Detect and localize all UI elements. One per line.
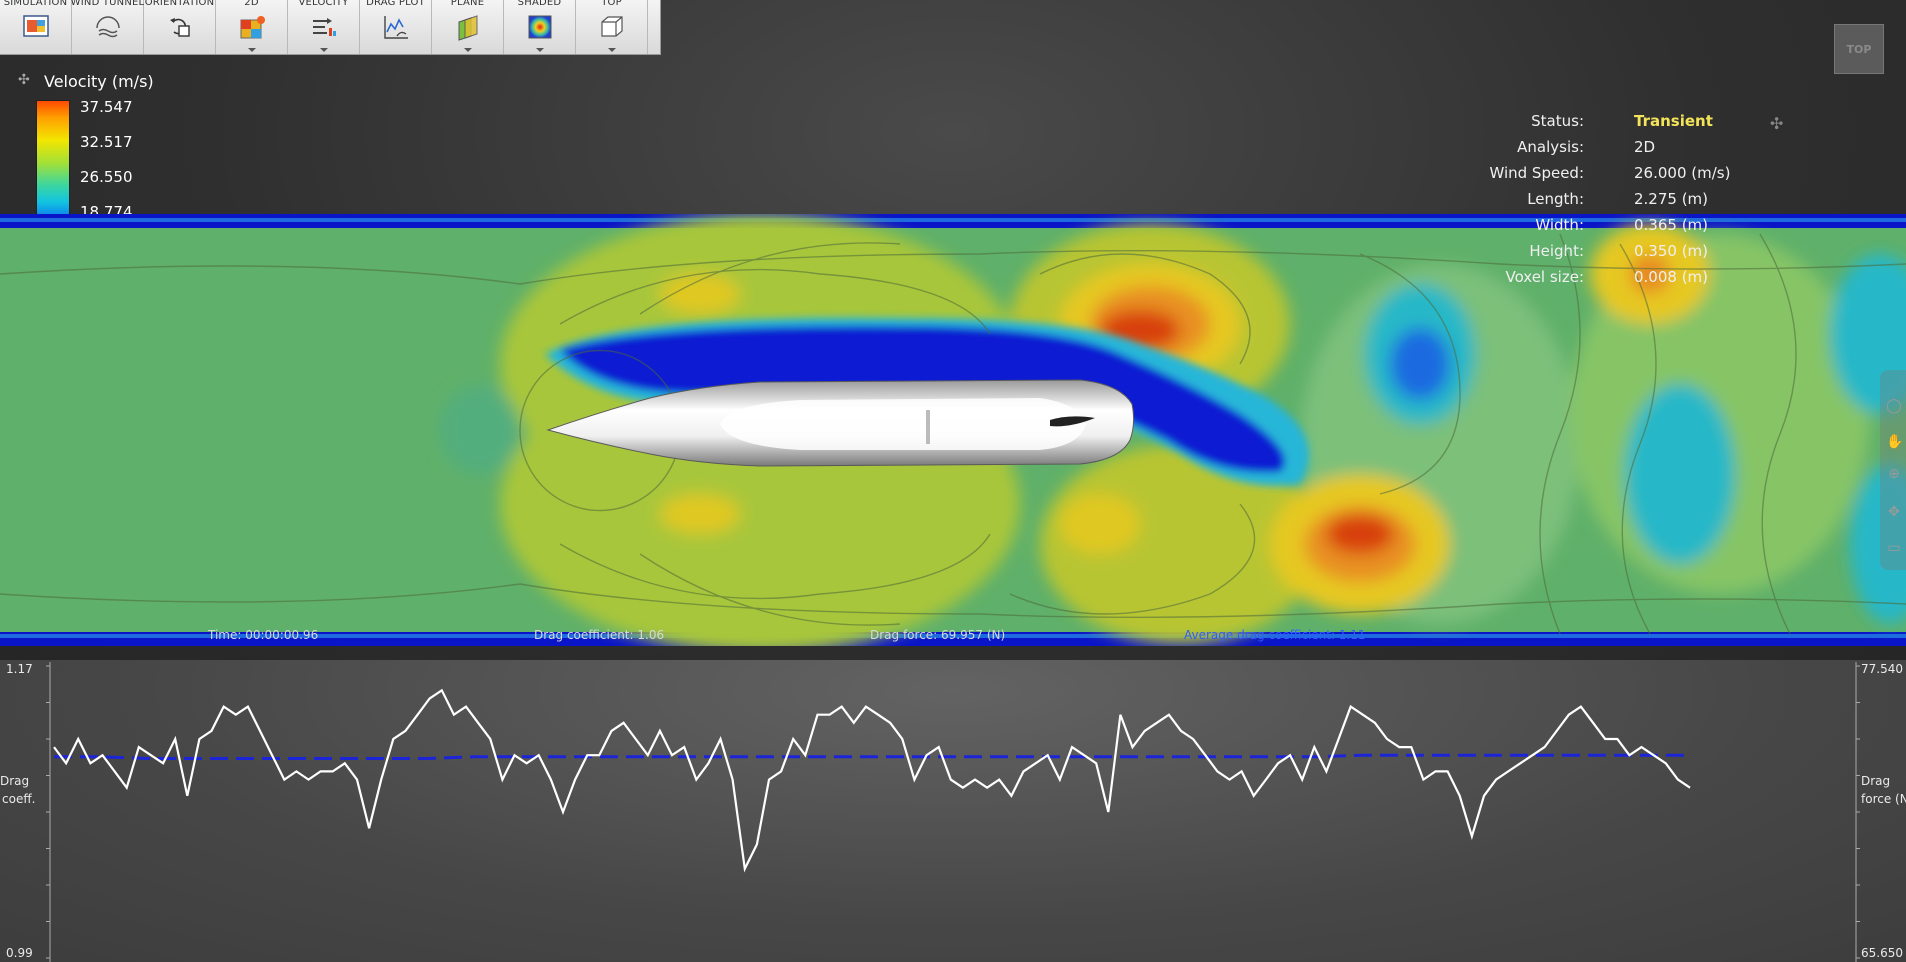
status-panel: Status: Transient Analysis: 2D Wind Spee… bbox=[1450, 112, 1790, 294]
legend-tick: 37.547 bbox=[80, 98, 133, 116]
left-axis-label: coeff. bbox=[2, 792, 36, 806]
length-key: Length: bbox=[1527, 190, 1584, 208]
average-drag-coefficient-label: Average drag coefficient: 1.11 bbox=[1184, 628, 1366, 642]
2d-icon bbox=[240, 16, 265, 39]
status-key: Status: bbox=[1531, 112, 1584, 130]
pan-icon[interactable]: ✋ bbox=[1886, 434, 1903, 450]
status-row: Status: Transient bbox=[1450, 112, 1790, 138]
width-key: Width: bbox=[1535, 216, 1584, 234]
dropdown-arrow-icon[interactable] bbox=[535, 48, 544, 52]
view-cube-label: TOP bbox=[1846, 42, 1872, 56]
drag-coefficient-label: Drag coefficient: 1.06 bbox=[534, 628, 665, 642]
move-handle-icon[interactable]: ✣ bbox=[1770, 114, 1783, 133]
dropdown-arrow-icon[interactable] bbox=[463, 48, 472, 52]
plane-icon bbox=[458, 15, 477, 41]
toolbar-label: VELOCITY bbox=[298, 0, 349, 8]
average-drag-line bbox=[54, 753, 1690, 760]
right-axis-ticks bbox=[1856, 665, 1860, 959]
toolbar-label: 2D bbox=[244, 0, 259, 8]
velocity-icon bbox=[312, 18, 336, 36]
drag-coefficient-line bbox=[53, 688, 1691, 873]
toolbar-label: TOP bbox=[601, 0, 622, 8]
voxel-size-value: 0.008 (m) bbox=[1634, 268, 1709, 286]
voxel-size-key: Voxel size: bbox=[1505, 268, 1584, 286]
orientation-icon bbox=[169, 18, 190, 37]
right-axis-max: 77.540 bbox=[1861, 662, 1903, 676]
top-view-icon bbox=[600, 16, 623, 37]
simulation-icon bbox=[22, 15, 49, 37]
wind-tunnel-icon bbox=[95, 16, 120, 38]
zoom-icon[interactable]: ⊕ bbox=[1886, 466, 1902, 482]
left-axis-max: 1.17 bbox=[6, 662, 33, 676]
height-key: Height: bbox=[1529, 242, 1584, 260]
toolbar-label: DRAG PLOT bbox=[366, 0, 425, 8]
dropdown-arrow-icon[interactable] bbox=[247, 48, 256, 52]
wind-speed-value: 26.000 (m/s) bbox=[1634, 164, 1731, 182]
toolbar-2d[interactable]: 2D bbox=[216, 0, 288, 54]
analysis-value: 2D bbox=[1634, 138, 1656, 156]
dropdown-arrow-icon[interactable] bbox=[319, 48, 328, 52]
wind-speed-row: Wind Speed: 26.000 (m/s) bbox=[1450, 164, 1790, 190]
toolbar-label: ORIENTATION bbox=[144, 0, 215, 8]
toolbar-shaded[interactable]: SHADED bbox=[504, 0, 576, 54]
legend-title: Velocity (m/s) bbox=[44, 72, 154, 91]
legend-tick: 32.517 bbox=[80, 133, 133, 151]
left-axis-min: 0.99 bbox=[6, 946, 33, 960]
analysis-row: Analysis: 2D bbox=[1450, 138, 1790, 164]
toolbar-top[interactable]: TOP bbox=[576, 0, 648, 54]
toolbar-simulation[interactable]: SIMULATION bbox=[0, 0, 72, 54]
status-value: Transient bbox=[1634, 112, 1713, 130]
length-row: Length: 2.275 (m) bbox=[1450, 190, 1790, 216]
toolbar-label: PLANE bbox=[450, 0, 485, 8]
drag-plot-icon bbox=[383, 16, 408, 39]
toolbar-label: SIMULATION bbox=[3, 0, 68, 8]
left-axis-ticks bbox=[46, 665, 50, 959]
analysis-key: Analysis: bbox=[1517, 138, 1584, 156]
voxel-size-row: Voxel size: 0.008 (m) bbox=[1450, 268, 1790, 294]
view-cube[interactable]: TOP bbox=[1834, 24, 1884, 74]
orbit-icon[interactable]: ◯ bbox=[1886, 398, 1902, 414]
navigation-bar: ◯ ✋ ⊕ ✥ ▭ bbox=[1880, 370, 1906, 570]
toolbar-velocity[interactable]: VELOCITY bbox=[288, 0, 360, 54]
simulation-viewport[interactable]: SIMULATION WIND TUNNEL ORIENTATION 2D VE… bbox=[0, 0, 1906, 660]
look-icon[interactable]: ✥ bbox=[1886, 504, 1902, 520]
move-handle-icon[interactable]: ✣ bbox=[18, 72, 30, 88]
toolbar-drag-plot[interactable]: DRAG PLOT bbox=[360, 0, 432, 54]
toolbar-wind-tunnel[interactable]: WIND TUNNEL bbox=[70, 0, 145, 54]
shaded-icon bbox=[528, 15, 551, 39]
right-axis-min: 65.650 bbox=[1861, 946, 1903, 960]
right-axis-label: force (N bbox=[1861, 792, 1906, 806]
length-value: 2.275 (m) bbox=[1634, 190, 1709, 208]
time-label: Time: 00:00:00.96 bbox=[208, 628, 319, 642]
toolbar-plane[interactable]: PLANE bbox=[432, 0, 504, 54]
drag-force-label: Drag force: 69.957 (N) bbox=[870, 628, 1006, 642]
drag-plot-chart bbox=[46, 662, 1860, 962]
width-row: Width: 0.365 (m) bbox=[1450, 216, 1790, 242]
wind-speed-key: Wind Speed: bbox=[1489, 164, 1584, 182]
left-axis-label: Drag bbox=[0, 774, 30, 788]
legend-tick: 26.550 bbox=[80, 168, 133, 186]
width-value: 0.365 (m) bbox=[1634, 216, 1709, 234]
height-value: 0.350 (m) bbox=[1634, 242, 1709, 260]
dropdown-arrow-icon[interactable] bbox=[607, 48, 616, 52]
ribbon-toolbar: SIMULATION WIND TUNNEL ORIENTATION 2D VE… bbox=[0, 0, 661, 55]
height-row: Height: 0.350 (m) bbox=[1450, 242, 1790, 268]
toolbar-label: SHADED bbox=[517, 0, 562, 8]
section-icon[interactable]: ▭ bbox=[1886, 540, 1902, 556]
toolbar-orientation[interactable]: ORIENTATION bbox=[144, 0, 216, 54]
right-axis-label: Drag bbox=[1861, 774, 1891, 788]
toolbar-label: WIND TUNNEL bbox=[70, 0, 145, 8]
drag-plot-panel[interactable]: 1.17 0.99 Drag coeff. 77.540 65.650 Drag… bbox=[0, 660, 1906, 962]
